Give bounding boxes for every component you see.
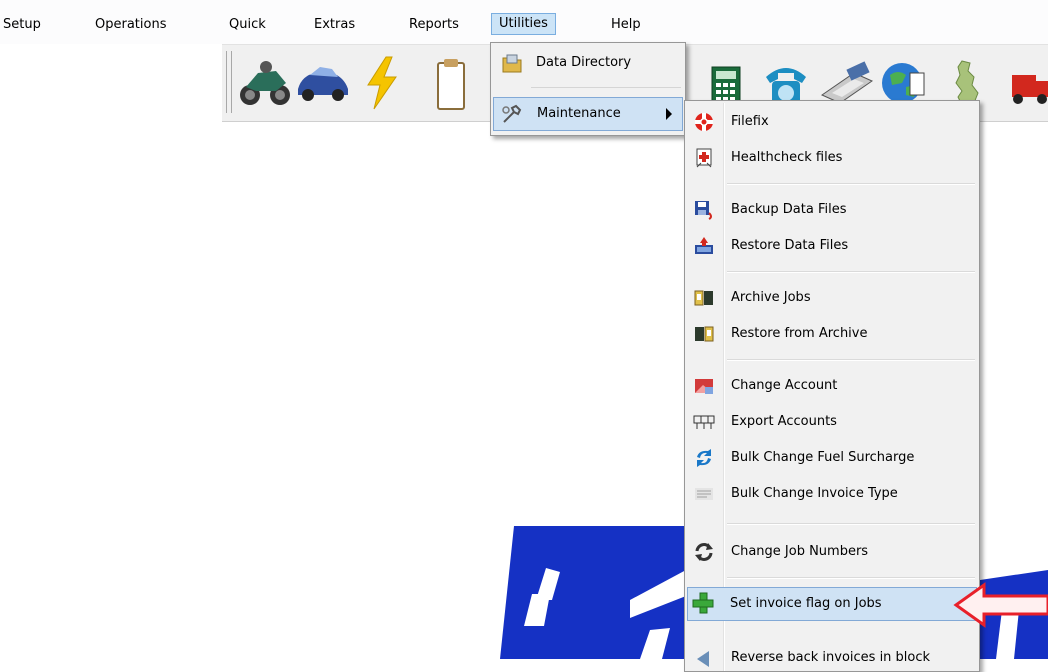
lightning-icon	[367, 56, 397, 110]
menu-item-archive-jobs-label: Archive Jobs	[731, 290, 811, 305]
truck-icon	[1012, 75, 1048, 104]
car-icon	[298, 67, 348, 101]
menu-operations[interactable]: Operations	[88, 14, 173, 36]
menu-item-restore-from-archive[interactable]: Restore from Archive	[687, 317, 977, 351]
menu-item-export-accounts[interactable]: Export Accounts	[687, 405, 977, 439]
account-icon	[695, 379, 713, 394]
toolbar-motorbike-button[interactable]	[236, 51, 292, 115]
toolbar-truck-button[interactable]	[998, 51, 1048, 115]
toolbar-clipboard-button[interactable]	[422, 51, 478, 115]
menu-separator	[727, 523, 975, 525]
annotation-arrow-icon	[953, 582, 1048, 628]
menu-item-bulk-change-invoice-type-label: Bulk Change Invoice Type	[731, 486, 898, 501]
menu-quick-label: Quick	[229, 17, 266, 32]
menu-item-set-invoice-flag-on-jobs[interactable]: Set invoice flag on Jobs	[687, 587, 977, 621]
toolbar-car-button[interactable]	[294, 51, 350, 115]
menu-item-reverse-back-invoices-in-block-label: Reverse back invoices in block	[731, 650, 931, 665]
wrench-icon	[502, 104, 522, 123]
menu-extras-label: Extras	[314, 17, 356, 32]
utilities-menu: Data Directory Maintenance	[490, 42, 686, 136]
menu-quick[interactable]: Quick	[222, 14, 273, 36]
maintenance-menu: Filefix Healthcheck files Backup Data Fi…	[684, 100, 980, 672]
menu-item-backup-data-files-label: Backup Data Files	[731, 202, 847, 217]
menu-item-restore-data-files-label: Restore Data Files	[731, 238, 849, 253]
menu-item-bulk-change-invoice-type[interactable]: Bulk Change Invoice Type	[687, 477, 977, 511]
menu-separator	[727, 183, 975, 185]
menu-item-bulk-change-fuel-surcharge[interactable]: Bulk Change Fuel Surcharge	[687, 441, 977, 475]
menu-item-healthcheck-files-label: Healthcheck files	[731, 150, 843, 165]
menu-reports[interactable]: Reports	[402, 14, 466, 36]
menu-bar: Setup Operations Quick Extras Reports Ut…	[0, 0, 1048, 44]
export-icon	[693, 415, 715, 429]
submenu-arrow-icon	[666, 108, 672, 120]
menu-item-change-account-label: Change Account	[731, 378, 838, 393]
menu-item-reverse-back-invoices-in-block[interactable]: Reverse back invoices in block	[687, 641, 977, 671]
menu-separator	[727, 359, 975, 361]
menu-utilities-label: Utilities	[499, 16, 548, 31]
floppy-icon	[695, 201, 712, 220]
restore-icon	[695, 237, 713, 254]
menu-item-healthcheck-files[interactable]: Healthcheck files	[687, 141, 977, 175]
clipboard-icon	[437, 59, 465, 110]
menu-item-restore-data-files[interactable]: Restore Data Files	[687, 229, 977, 263]
menu-item-filefix[interactable]: Filefix	[687, 105, 977, 139]
menu-setup-label: Setup	[3, 17, 41, 32]
folder-icon	[502, 54, 522, 73]
menu-item-data-directory-label: Data Directory	[536, 55, 632, 70]
menu-item-change-account[interactable]: Change Account	[687, 369, 977, 403]
menu-item-backup-data-files[interactable]: Backup Data Files	[687, 193, 977, 227]
medical-icon	[696, 148, 712, 168]
archive-restore-icon	[695, 326, 714, 342]
menu-separator	[531, 87, 681, 88]
toolbar-grip[interactable]	[226, 51, 232, 113]
menu-separator	[727, 577, 975, 579]
menu-item-restore-from-archive-label: Restore from Archive	[731, 326, 868, 341]
menu-setup[interactable]: Setup	[0, 14, 48, 36]
menu-utilities[interactable]: Utilities	[491, 13, 556, 35]
archive-icon	[694, 290, 713, 306]
menu-operations-label: Operations	[95, 17, 167, 32]
menu-item-bulk-change-fuel-surcharge-label: Bulk Change Fuel Surcharge	[731, 450, 915, 465]
menu-help[interactable]: Help	[604, 14, 648, 36]
menu-item-archive-jobs[interactable]: Archive Jobs	[687, 281, 977, 315]
plus-icon	[692, 592, 714, 614]
menu-separator	[727, 271, 975, 273]
lifebuoy-icon	[695, 113, 713, 131]
toolbar-lightning-button[interactable]	[354, 51, 410, 115]
menu-help-label: Help	[611, 17, 641, 32]
invoice-icon	[695, 488, 713, 500]
menu-item-maintenance-label: Maintenance	[537, 106, 621, 121]
menu-item-set-invoice-flag-on-jobs-label: Set invoice flag on Jobs	[730, 596, 882, 611]
menu-item-maintenance[interactable]: Maintenance	[493, 97, 683, 131]
menu-item-export-accounts-label: Export Accounts	[731, 414, 837, 429]
menu-item-data-directory[interactable]: Data Directory	[493, 47, 683, 81]
menu-extras[interactable]: Extras	[307, 14, 362, 36]
menu-reports-label: Reports	[409, 17, 459, 32]
renumber-icon	[695, 543, 713, 561]
menu-item-change-job-numbers[interactable]: Change Job Numbers	[687, 535, 977, 569]
menu-item-change-job-numbers-label: Change Job Numbers	[731, 544, 869, 559]
motorbike-icon	[240, 61, 290, 105]
reverse-icon	[697, 651, 709, 667]
refresh-blue-icon	[697, 449, 711, 467]
menu-item-filefix-label: Filefix	[731, 114, 769, 129]
